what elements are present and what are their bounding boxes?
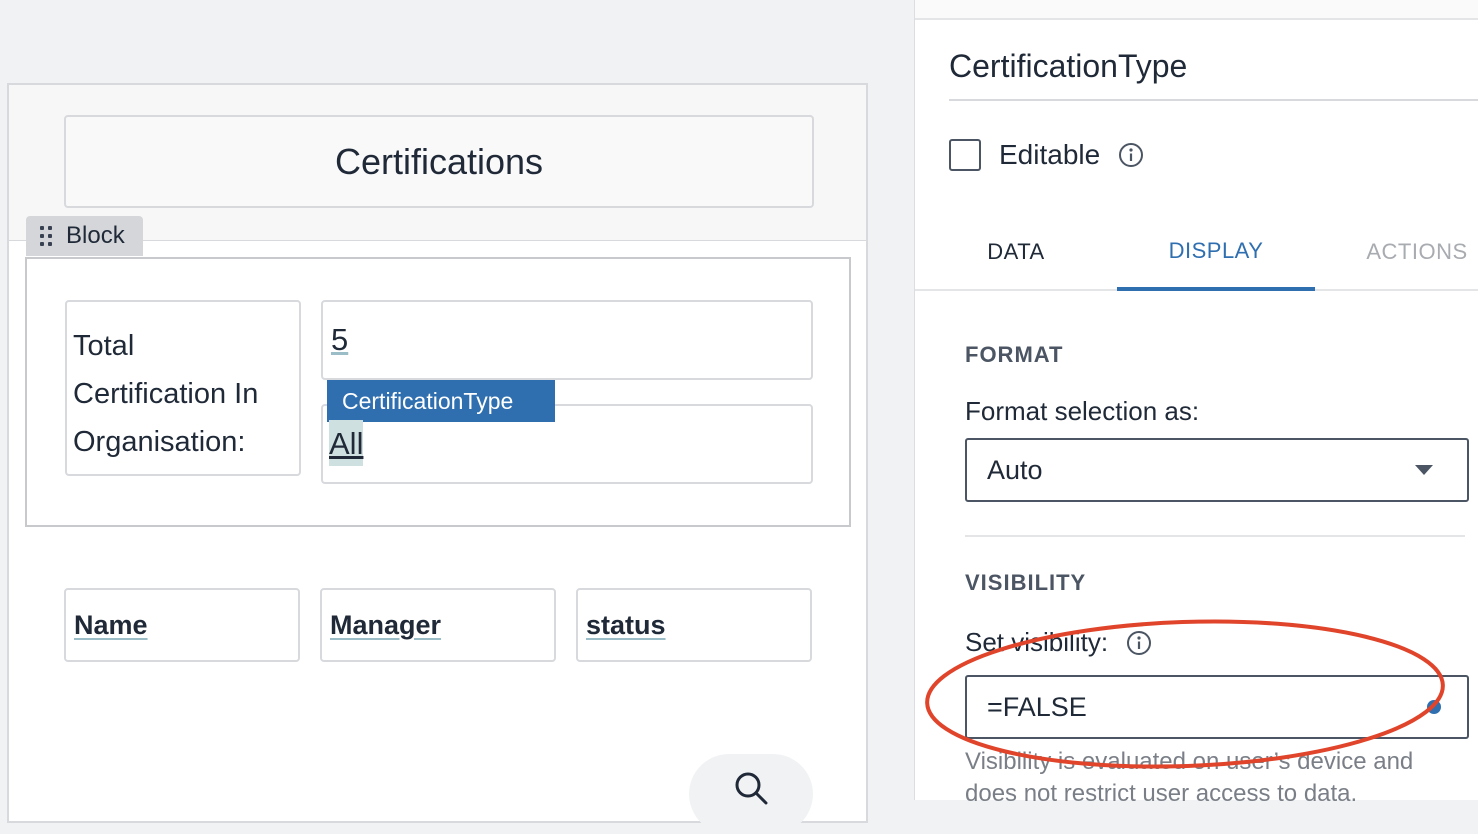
info-icon[interactable]	[1126, 630, 1152, 656]
tab-actions[interactable]: ACTIONS	[1355, 215, 1478, 289]
editable-row: Editable	[949, 137, 1144, 173]
format-select[interactable]: Auto	[965, 438, 1469, 502]
visibility-help-text: Visibility is evaluated on user’s device…	[965, 748, 1414, 807]
block-tag[interactable]: Block	[26, 216, 143, 256]
search-icon	[735, 772, 768, 805]
drag-handle-icon[interactable]	[38, 225, 54, 247]
certification-type-tag[interactable]: CertificationType	[327, 380, 555, 422]
page-title[interactable]: Certifications	[64, 115, 814, 208]
editable-label: Editable	[999, 139, 1101, 170]
component-name-field[interactable]: CertificationType	[949, 48, 1478, 101]
tab-display[interactable]: DISPLAY	[1117, 215, 1315, 291]
certification-type-value[interactable]: All	[329, 420, 363, 466]
info-icon[interactable]	[1118, 142, 1144, 168]
total-certification-value[interactable]: 5	[321, 300, 813, 380]
visibility-label-row: Set visibility:	[965, 627, 1152, 658]
panel-tabs: DATA DISPLAY ACTIONS	[915, 215, 1478, 291]
total-value-text: 5	[331, 322, 349, 357]
status-dot-icon	[1427, 700, 1441, 714]
chevron-down-icon	[1415, 465, 1433, 475]
column-header-label: Name	[74, 610, 148, 640]
column-header-name[interactable]: Name	[64, 588, 300, 662]
visibility-input[interactable]: =FALSE	[965, 675, 1469, 739]
search-button[interactable]	[689, 754, 813, 834]
format-section-title: FORMAT	[965, 342, 1064, 367]
column-header-status[interactable]: status	[576, 588, 812, 662]
panel-top-bar	[915, 0, 1478, 20]
block-tag-label: Block	[66, 222, 125, 249]
editable-checkbox[interactable]	[949, 139, 981, 171]
visibility-label: Set visibility:	[965, 627, 1109, 657]
format-select-value: Auto	[987, 454, 1043, 485]
column-header-manager[interactable]: Manager	[320, 588, 556, 662]
format-label: Format selection as:	[965, 396, 1200, 426]
section-divider	[965, 535, 1465, 537]
total-certification-label[interactable]: Total Certification In Organisation:	[65, 300, 301, 476]
tab-data[interactable]: DATA	[975, 215, 1057, 289]
column-header-label: Manager	[330, 610, 442, 640]
properties-panel: CertificationType Editable DATA DISPLAY …	[914, 0, 1478, 807]
column-header-label: status	[586, 610, 666, 640]
visibility-input-value: =FALSE	[987, 691, 1087, 722]
visibility-section-title: VISIBILITY	[965, 570, 1087, 595]
app-canvas: Certifications Block Total Certification…	[0, 0, 914, 834]
